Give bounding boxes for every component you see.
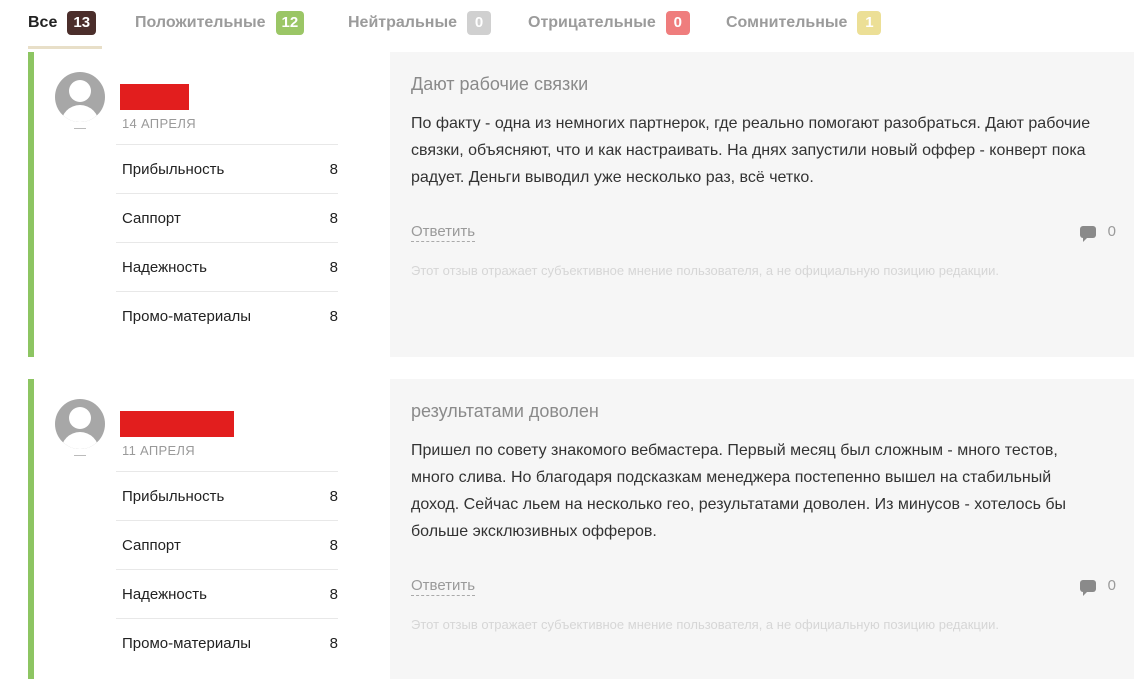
reply-link[interactable]: Ответить <box>411 223 476 242</box>
rating-value: 8 <box>329 634 338 652</box>
comments-counter[interactable]: 0 <box>1079 577 1116 596</box>
author-name-redacted <box>120 84 189 110</box>
tab-neutral[interactable]: Нейтральные 0 <box>348 10 492 36</box>
comment-bubble-icon <box>1079 225 1096 242</box>
tab-doubtful[interactable]: Сомнительные 1 <box>726 10 882 36</box>
rating-row: Саппорт 8 <box>116 520 338 569</box>
tab-negative-count-badge: 0 <box>665 11 690 35</box>
active-tab-underline <box>28 46 102 49</box>
rating-label: Прибыльность <box>122 487 225 505</box>
review-body-panel: Дают рабочие связки По факту - одна из н… <box>390 52 1134 357</box>
review-disclaimer: Этот отзыв отражает субъективное мнение … <box>411 263 999 278</box>
rating-label: Надежность <box>122 258 207 276</box>
tab-doubtful-count-badge: 1 <box>857 11 882 35</box>
rating-value: 8 <box>329 209 338 227</box>
avatar-icon <box>55 72 105 122</box>
tab-doubtful-label: Сомнительные <box>726 14 848 31</box>
rating-label: Надежность <box>122 585 207 603</box>
tab-negative[interactable]: Отрицательные 0 <box>528 10 690 36</box>
tab-positive-count-badge: 12 <box>275 11 305 35</box>
rating-label: Саппорт <box>122 209 181 227</box>
review-date: 14 АПРЕЛЯ <box>122 116 196 131</box>
rating-row: Надежность 8 <box>116 242 338 291</box>
author-name-redacted <box>120 411 234 437</box>
comments-counter[interactable]: 0 <box>1079 223 1116 242</box>
comment-bubble-icon <box>1079 579 1096 596</box>
review-text: По факту - одна из немногих партнерок, г… <box>411 115 1091 186</box>
divider <box>74 455 86 456</box>
rating-label: Промо-материалы <box>122 634 252 652</box>
tab-neutral-count-badge: 0 <box>467 11 492 35</box>
tab-all[interactable]: Все 13 <box>28 10 97 36</box>
rating-row: Саппорт 8 <box>116 193 338 242</box>
rating-row: Прибыльность 8 <box>116 144 338 193</box>
review-disclaimer: Этот отзыв отражает субъективное мнение … <box>411 617 999 632</box>
review-title: Дают рабочие связки <box>411 74 589 94</box>
rating-row: Промо-материалы 8 <box>116 291 338 340</box>
review-text: Пришел по совету знакомого вебмастера. П… <box>411 442 1067 540</box>
ratings-list: Прибыльность 8 Саппорт 8 Надежность 8 Пр… <box>116 471 338 667</box>
reply-link[interactable]: Ответить <box>411 577 476 596</box>
tab-positive-label: Положительные <box>135 14 266 31</box>
rating-row: Надежность 8 <box>116 569 338 618</box>
tab-all-label: Все <box>28 14 58 31</box>
rating-label: Промо-материалы <box>122 307 252 325</box>
rating-value: 8 <box>329 487 338 505</box>
rating-value: 8 <box>329 258 338 276</box>
review-date: 11 АПРЕЛЯ <box>122 443 195 458</box>
tab-positive[interactable]: Положительные 12 <box>135 10 305 36</box>
tab-neutral-label: Нейтральные <box>348 14 458 31</box>
divider <box>74 128 86 129</box>
review-body-panel: результатами доволен Пришел по совету зн… <box>390 379 1134 679</box>
review-title: результатами доволен <box>411 401 599 421</box>
rating-value: 8 <box>329 307 338 325</box>
rating-row: Прибыльность 8 <box>116 471 338 520</box>
rating-label: Прибыльность <box>122 160 225 178</box>
rating-value: 8 <box>329 536 338 554</box>
comments-count: 0 <box>1107 223 1116 240</box>
review-author-panel: 11 АПРЕЛЯ Прибыльность 8 Саппорт 8 Надеж… <box>34 379 390 679</box>
tab-all-count-badge: 13 <box>67 11 97 35</box>
review-card: 11 АПРЕЛЯ Прибыльность 8 Саппорт 8 Надеж… <box>28 379 1134 679</box>
ratings-list: Прибыльность 8 Саппорт 8 Надежность 8 Пр… <box>116 144 338 340</box>
avatar-icon <box>55 399 105 449</box>
review-author-panel: 14 АПРЕЛЯ Прибыльность 8 Саппорт 8 Надеж… <box>34 52 390 357</box>
comments-count: 0 <box>1107 577 1116 594</box>
review-card: 14 АПРЕЛЯ Прибыльность 8 Саппорт 8 Надеж… <box>28 52 1134 357</box>
rating-label: Саппорт <box>122 536 181 554</box>
rating-value: 8 <box>329 585 338 603</box>
review-filter-tabs: Все 13 Положительные 12 Нейтральные 0 От… <box>0 0 1134 50</box>
rating-value: 8 <box>329 160 338 178</box>
tab-negative-label: Отрицательные <box>528 14 656 31</box>
